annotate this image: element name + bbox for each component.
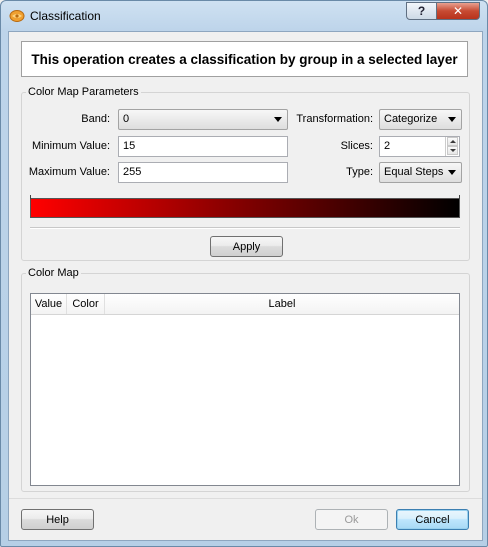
minimum-value-text: 15	[123, 140, 136, 152]
chevron-down-icon	[448, 170, 456, 175]
footer-divider	[9, 498, 482, 499]
column-header-value[interactable]: Value	[31, 294, 67, 314]
band-label: Band:	[81, 113, 110, 125]
divider	[30, 227, 460, 229]
slices-spin-buttons	[445, 137, 459, 156]
color-map-title: Color Map	[26, 267, 81, 279]
color-map-parameters-group: Color Map Parameters Band: 0 Minimum Val…	[21, 86, 470, 261]
maximum-value-label: Maximum Value:	[28, 166, 110, 178]
color-gradient-bar[interactable]	[30, 195, 460, 218]
spin-up-button[interactable]	[447, 137, 458, 146]
help-label: Help	[46, 513, 69, 526]
color-map-group: Color Map Value Color Label	[21, 267, 470, 492]
type-select[interactable]: Equal Steps	[379, 162, 462, 183]
type-value: Equal Steps	[384, 166, 444, 178]
title-close-button[interactable]: ✕	[436, 2, 480, 20]
arrow-down-icon	[450, 149, 456, 152]
band-select[interactable]: 0	[118, 109, 288, 130]
slices-value: 2	[384, 140, 391, 152]
title-bar[interactable]: Classification ? ✕	[1, 1, 487, 31]
description-text: This operation creates a classification …	[31, 51, 458, 67]
classification-dialog: Classification ? ✕ This operation create…	[0, 0, 488, 547]
transformation-value: Categorize	[384, 113, 438, 125]
close-icon: ✕	[452, 4, 464, 18]
help-button[interactable]: Help	[21, 509, 94, 530]
transformation-label: Transformation:	[296, 113, 373, 125]
cancel-label: Cancel	[415, 513, 450, 526]
maximum-value-text: 255	[123, 166, 142, 178]
description-banner: This operation creates a classification …	[21, 41, 468, 77]
apply-button[interactable]: Apply	[210, 236, 283, 257]
transformation-select[interactable]: Categorize	[379, 109, 462, 130]
minimum-value-field[interactable]: 15	[118, 136, 288, 157]
question-icon: ?	[417, 4, 426, 18]
spin-down-button[interactable]	[447, 146, 458, 155]
minimum-value-label: Minimum Value:	[31, 140, 110, 152]
dialog-body: This operation creates a classification …	[8, 31, 483, 541]
gradient-end-marker[interactable]	[459, 195, 460, 199]
type-label: Type:	[346, 166, 373, 178]
color-map-table[interactable]: Value Color Label	[30, 293, 460, 486]
chevron-down-icon	[274, 117, 282, 122]
slices-label: Slices:	[340, 140, 373, 152]
slices-spinbox[interactable]: 2	[379, 136, 460, 157]
window-title: Classification	[30, 9, 101, 23]
ok-label: Ok	[344, 513, 359, 526]
color-map-parameters-title: Color Map Parameters	[26, 86, 141, 98]
arrow-up-icon	[450, 140, 456, 143]
band-value: 0	[123, 113, 130, 125]
app-icon	[9, 10, 25, 22]
ok-button[interactable]: Ok	[315, 509, 388, 530]
apply-label: Apply	[232, 240, 261, 253]
title-help-button[interactable]: ?	[406, 2, 437, 20]
column-header-color[interactable]: Color	[67, 294, 105, 314]
gradient-start-marker[interactable]	[30, 195, 31, 199]
maximum-value-field[interactable]: 255	[118, 162, 288, 183]
table-header: Value Color Label	[31, 294, 459, 315]
cancel-button[interactable]: Cancel	[396, 509, 469, 530]
chevron-down-icon	[448, 117, 456, 122]
column-header-label[interactable]: Label	[105, 294, 459, 314]
